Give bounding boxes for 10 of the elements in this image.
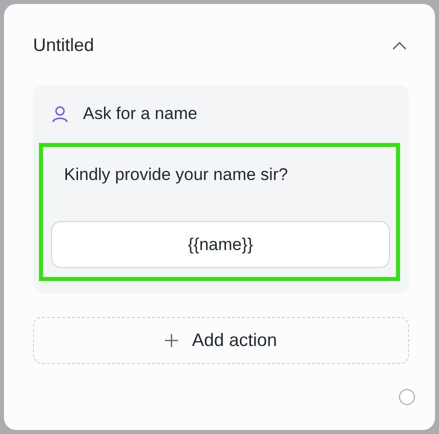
collapse-icon[interactable]	[392, 40, 407, 50]
add-action-button[interactable]: Add action	[33, 317, 409, 364]
message-block[interactable]: Kindly provide your name sir? {{name}}	[39, 143, 400, 281]
reply-button[interactable]: {{name}}	[51, 221, 390, 268]
step-title: Ask for a name	[83, 104, 198, 124]
plus-icon	[164, 334, 178, 347]
card-title: Untitled	[33, 34, 94, 56]
person-icon	[51, 105, 69, 123]
message-text: Kindly provide your name sir?	[63, 164, 289, 186]
handle-icon[interactable]	[399, 389, 415, 405]
